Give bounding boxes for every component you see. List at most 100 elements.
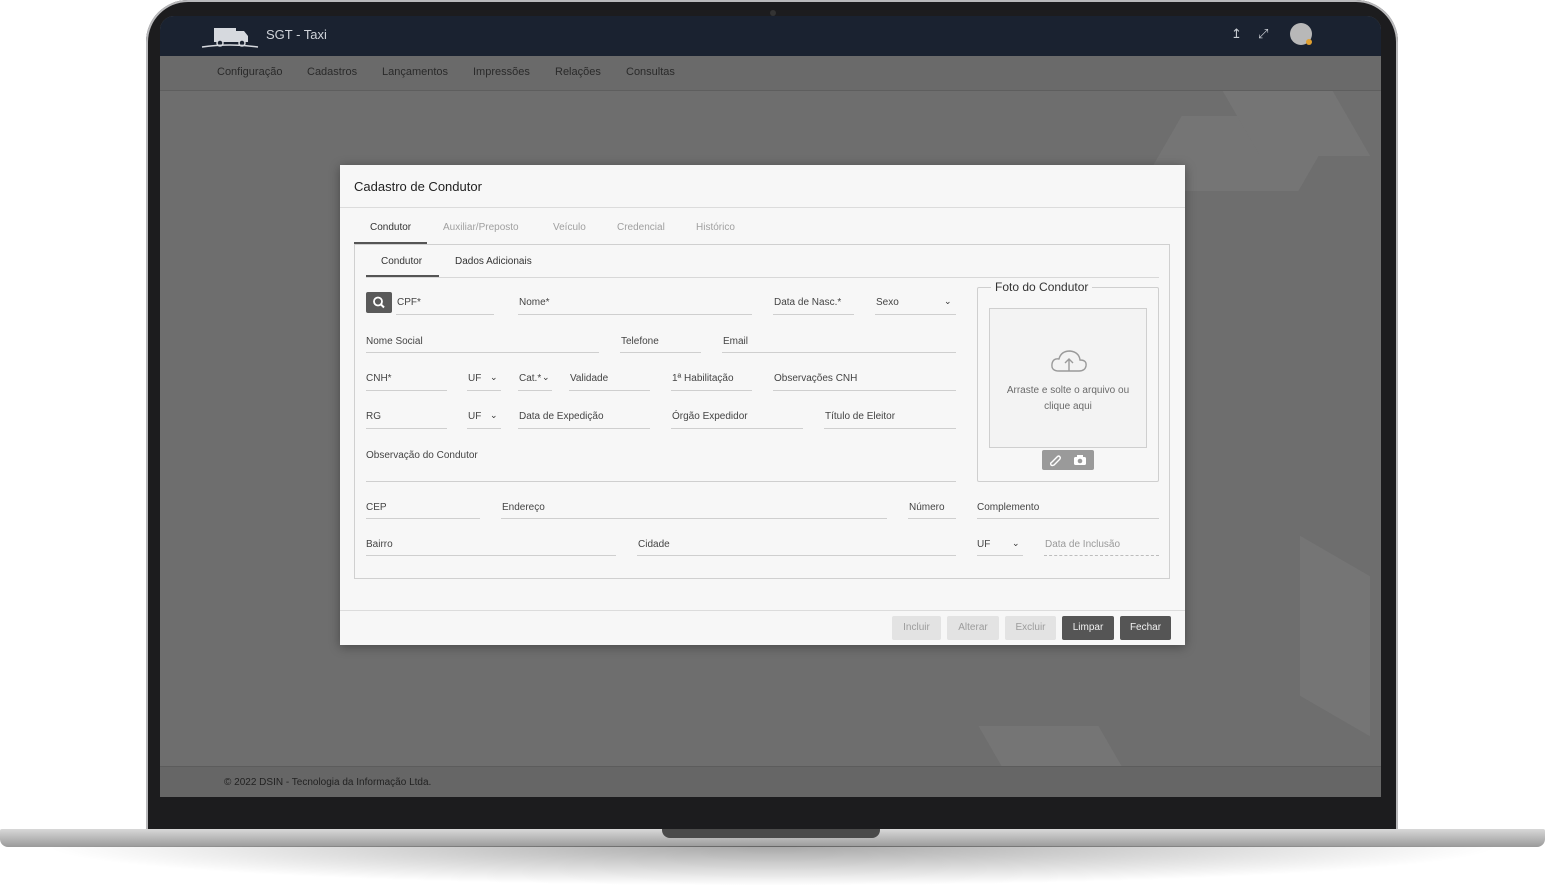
status-dot (1306, 39, 1312, 45)
cep-underline (366, 518, 480, 519)
footer: © 2022 DSIN - Tecnologia da Informação L… (160, 766, 1381, 797)
uf-endereco-select[interactable]: UF (977, 539, 990, 550)
bg-decoration (978, 726, 1122, 766)
observacao-condutor-field[interactable]: Observação do Condutor (366, 450, 478, 461)
main-menu: Configuração Cadastros Lançamentos Impre… (160, 56, 1381, 91)
rg-underline (366, 428, 447, 429)
orgao-expedidor-field[interactable]: Órgão Expedidor (672, 411, 748, 422)
excluir-button[interactable]: Excluir (1005, 616, 1056, 640)
telefone-field[interactable]: Telefone (621, 336, 659, 347)
truck-logo-icon (201, 28, 259, 48)
telefone-underline (620, 352, 701, 353)
fullscreen-icon[interactable]: ⤢ (1258, 26, 1268, 42)
cat-select[interactable]: Cat.* (519, 373, 541, 384)
chevron-down-icon: ⌄ (490, 410, 498, 420)
modal-title: Cadastro de Condutor (354, 179, 482, 194)
search-icon (373, 296, 385, 309)
menu-item-lancamentos[interactable]: Lançamentos (382, 66, 448, 78)
alterar-button[interactable]: Alterar (947, 616, 999, 640)
data-expedicao-underline (518, 428, 650, 429)
subtab-dados-adicionais[interactable]: Dados Adicionais (455, 256, 532, 267)
data-nasc-underline (773, 314, 854, 315)
tab-condutor[interactable]: Condutor (370, 222, 411, 233)
uf-cnh-select[interactable]: UF (468, 373, 481, 384)
menu-item-relacoes[interactable]: Relações (555, 66, 601, 78)
data-expedicao-field[interactable]: Data de Expedição (519, 411, 604, 422)
cep-field[interactable]: CEP (366, 502, 387, 513)
limpar-button[interactable]: Limpar (1062, 616, 1114, 640)
cnh-underline (366, 390, 447, 391)
upload-icon[interactable]: ↥ (1231, 26, 1242, 42)
divider (340, 207, 1185, 208)
tab-historico[interactable]: Histórico (696, 222, 735, 233)
observacoes-cnh-underline (773, 390, 956, 391)
data-inclusao-field: Data de Inclusão (1045, 539, 1121, 550)
chevron-down-icon: ⌄ (542, 372, 550, 382)
primeira-habilitacao-field[interactable]: 1ª Habilitação (672, 373, 734, 384)
laptop-shadow (40, 846, 1505, 886)
search-cpf-button[interactable] (366, 292, 392, 313)
observacoes-cnh-field[interactable]: Observações CNH (774, 373, 857, 384)
modal-footer-divider (340, 610, 1185, 611)
uf-endereco-underline (977, 555, 1023, 556)
validade-field[interactable]: Validade (570, 373, 608, 384)
cidade-field[interactable]: Cidade (638, 539, 670, 550)
menu-item-configuracao[interactable]: Configuração (217, 66, 282, 78)
numero-field[interactable]: Número (909, 502, 945, 513)
titulo-eleitor-field[interactable]: Título de Eleitor (825, 411, 895, 422)
validade-underline (569, 390, 650, 391)
menu-item-cadastros[interactable]: Cadastros (307, 66, 357, 78)
titulo-eleitor-underline (824, 428, 956, 429)
bairro-field[interactable]: Bairro (366, 539, 393, 550)
cat-underline (518, 390, 552, 391)
incluir-button[interactable]: Incluir (892, 616, 941, 640)
subtab-divider (366, 277, 1159, 278)
cloud-upload-icon (1051, 350, 1087, 372)
complemento-field[interactable]: Complemento (977, 502, 1039, 513)
menu-item-impressoes[interactable]: Impressões (473, 66, 530, 78)
observacao-condutor-underline (366, 481, 956, 482)
menu-item-consultas[interactable]: Consultas (626, 66, 675, 78)
chevron-down-icon: ⌄ (490, 372, 498, 382)
driver-registration-modal: Cadastro de Condutor Condutor Auxiliar/P… (340, 165, 1185, 645)
subtab-condutor[interactable]: Condutor (381, 256, 422, 267)
email-underline (722, 352, 956, 353)
data-nasc-field[interactable]: Data de Nasc.* (774, 297, 841, 308)
active-subtab-indicator (366, 275, 439, 277)
cpf-field[interactable]: CPF* (397, 297, 421, 308)
sexo-select[interactable]: Sexo (876, 297, 899, 308)
tab-credencial[interactable]: Credencial (617, 222, 665, 233)
tab-auxiliar-preposto[interactable]: Auxiliar/Preposto (443, 222, 519, 233)
orgao-expedidor-underline (671, 428, 803, 429)
numero-underline (908, 518, 956, 519)
email-field[interactable]: Email (723, 336, 748, 347)
uf-cnh-underline (467, 390, 501, 391)
tab-veiculo[interactable]: Veículo (553, 222, 586, 233)
endereco-field[interactable]: Endereço (502, 502, 545, 513)
rg-field[interactable]: RG (366, 411, 381, 422)
footer-copyright: © 2022 DSIN - Tecnologia da Informação L… (224, 777, 432, 788)
laptop-notch (662, 829, 880, 838)
uf-rg-select[interactable]: UF (468, 411, 481, 422)
bg-decoration (1300, 535, 1370, 737)
cidade-underline (637, 555, 956, 556)
chevron-down-icon: ⌄ (944, 296, 952, 306)
camera-icon[interactable] (1073, 453, 1087, 467)
bairro-underline (366, 555, 616, 556)
sexo-underline (875, 314, 956, 315)
complemento-underline (977, 518, 1159, 519)
nome-field[interactable]: Nome* (519, 297, 550, 308)
primeira-habilitacao-underline (671, 390, 752, 391)
photo-drop-zone[interactable] (989, 308, 1147, 448)
nome-social-field[interactable]: Nome Social (366, 336, 423, 347)
data-inclusao-underline (1044, 555, 1159, 556)
nome-social-underline (366, 352, 599, 353)
paperclip-icon[interactable] (1048, 453, 1062, 467)
fechar-button[interactable]: Fechar (1120, 616, 1171, 640)
chevron-down-icon: ⌄ (1012, 538, 1020, 548)
cnh-field[interactable]: CNH* (366, 373, 392, 384)
photo-drop-text: Arraste e solte o arquivo ou clique aqui (1006, 385, 1130, 412)
uf-rg-underline (467, 428, 501, 429)
app-header: SGT - Taxi ↥ ⤢ (160, 16, 1381, 56)
photo-legend: Foto do Condutor (991, 280, 1093, 294)
